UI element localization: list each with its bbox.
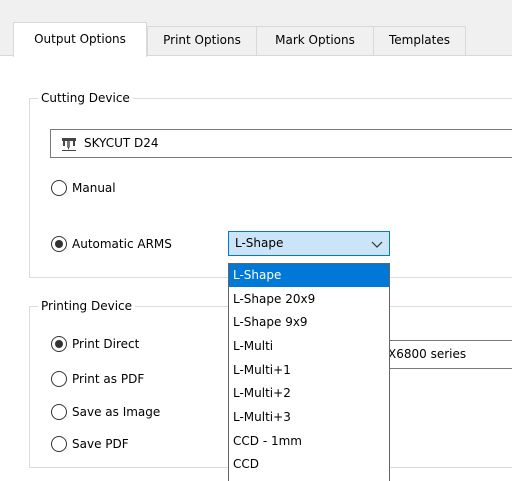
dropdown-option[interactable]: L-Shape 9x9: [229, 311, 389, 334]
arms-shape-select[interactable]: L-Shape: [228, 231, 390, 256]
tab-mark-options[interactable]: Mark Options: [256, 26, 374, 56]
cutting-device-selector[interactable]: SKYCUT D24: [50, 129, 512, 158]
arms-shape-value: L-Shape: [235, 236, 284, 250]
dropdown-option[interactable]: CCD: [229, 453, 389, 476]
radio-automatic-arms-circle[interactable]: [51, 236, 67, 252]
arms-shape-dropdown-list: L-Shape L-Shape 20x9 L-Shape 9x9 L-Multi…: [228, 263, 390, 481]
radio-manual-label: Manual: [72, 181, 116, 195]
radio-manual-circle[interactable]: [51, 180, 67, 196]
plotter-icon: [62, 138, 76, 151]
dropdown-option[interactable]: L-Shape 20x9: [229, 288, 389, 311]
dropdown-option[interactable]: L-Multi+2: [229, 382, 389, 405]
tab-label: Output Options: [34, 32, 126, 46]
printer-name: X6800 series: [388, 347, 467, 361]
cutting-device-legend: Cutting Device: [38, 90, 133, 106]
dropdown-option[interactable]: L-Multi: [229, 335, 389, 358]
radio-automatic-arms-label: Automatic ARMS: [72, 237, 172, 251]
tab-print-options[interactable]: Print Options: [147, 26, 257, 56]
tab-strip: Output Options Print Options Mark Option…: [0, 22, 512, 57]
dropdown-option[interactable]: L-Multi+1: [229, 359, 389, 382]
window: Output Options Print Options Mark Option…: [0, 0, 512, 481]
radio-save-pdf-circle[interactable]: [51, 436, 67, 452]
tab-label: Templates: [388, 33, 450, 47]
chevron-down-icon[interactable]: [371, 238, 383, 250]
tab-label: Print Options: [163, 33, 241, 47]
radio-print-direct-label: Print Direct: [72, 337, 140, 351]
dropdown-option[interactable]: L-Multi+3: [229, 406, 389, 429]
dropdown-option[interactable]: L-Shape: [229, 264, 389, 287]
cutting-device-name: SKYCUT D24: [84, 136, 159, 150]
radio-save-as-image-label: Save as Image: [72, 405, 161, 419]
printing-device-legend: Printing Device: [38, 298, 136, 314]
tab-label: Mark Options: [275, 33, 355, 47]
radio-print-as-pdf-circle[interactable]: [51, 371, 67, 387]
radio-print-as-pdf-label: Print as PDF: [72, 372, 145, 386]
output-options-panel: Cutting Device SKYCUT D24 Manual Automat…: [0, 55, 512, 481]
radio-print-direct-circle[interactable]: [51, 336, 67, 352]
dropdown-option[interactable]: CCD - 1mm: [229, 430, 389, 453]
radio-save-as-image-circle[interactable]: [51, 404, 67, 420]
tab-templates[interactable]: Templates: [373, 26, 466, 56]
tab-output-options[interactable]: Output Options: [13, 22, 147, 57]
radio-save-pdf-label: Save PDF: [72, 437, 129, 451]
printer-selector[interactable]: X6800 series: [380, 340, 512, 369]
